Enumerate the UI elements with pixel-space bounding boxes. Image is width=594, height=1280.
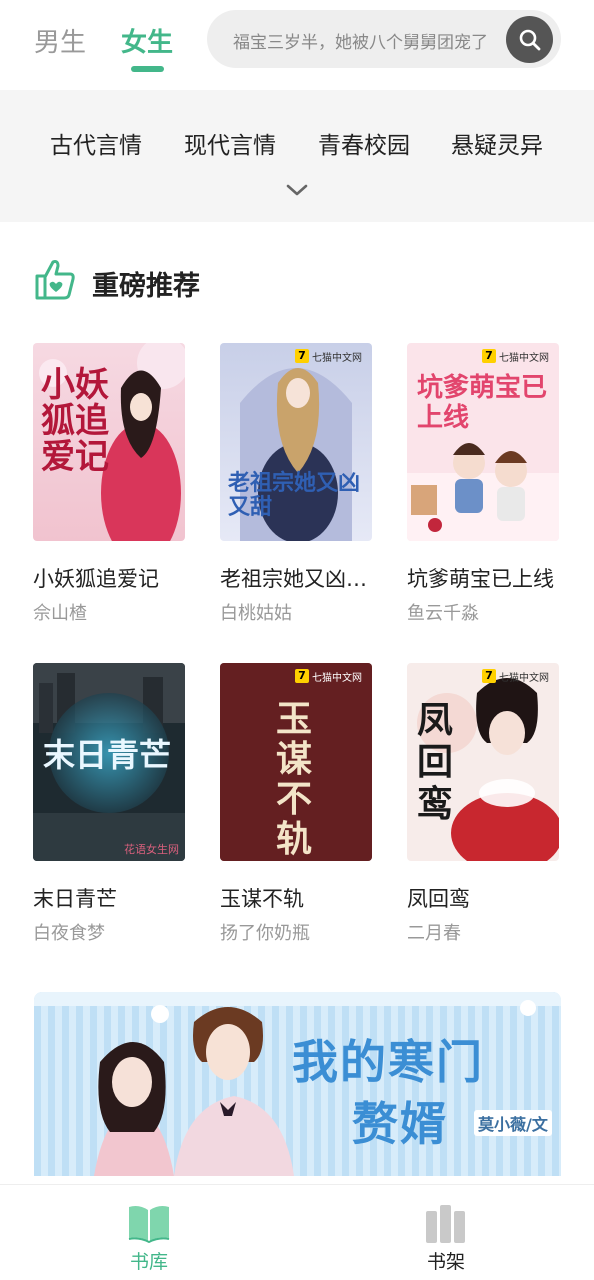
- book-author: 白夜食梦: [33, 923, 105, 944]
- cover-title: 末日青芒: [43, 736, 172, 774]
- book-cover[interactable]: 小妖狐追爱记: [33, 343, 185, 541]
- book-author: 鱼云千淼: [407, 603, 479, 624]
- book-cover[interactable]: 7 七猫中文网 凤回鸾: [407, 663, 559, 861]
- banner-title-line1: 我的寒门: [292, 1035, 484, 1089]
- section-title: 重磅推荐: [92, 271, 200, 302]
- thumbs-up-icon: [35, 260, 75, 300]
- publisher-badge: 7 七猫中文网: [293, 347, 366, 365]
- cover-title: 老祖宗她又凶又甜: [228, 470, 361, 520]
- bottom-navigation: 书库 书架: [0, 1184, 594, 1280]
- open-book-icon: [128, 1206, 170, 1243]
- banner-author: 莫小薇/文: [474, 1110, 552, 1136]
- book-title: 坑爹萌宝已上线: [407, 567, 554, 591]
- category-mystery[interactable]: 悬疑灵异: [451, 126, 543, 160]
- category-bar: 古代言情 现代言情 青春校园 悬疑灵异: [0, 90, 594, 222]
- cover-title: 坑爹萌宝已上线: [417, 373, 548, 433]
- active-tab-indicator: [131, 66, 164, 72]
- search-placeholder: 福宝三岁半，她被八个舅舅团宠了: [233, 33, 488, 53]
- book-card[interactable]: 小妖狐追爱记 小妖狐追爱记 佘山楂: [33, 343, 185, 624]
- book-author: 扬了你奶瓶: [220, 923, 310, 944]
- nav-bookshelf[interactable]: 书架: [386, 1185, 506, 1280]
- category-campus[interactable]: 青春校园: [318, 126, 410, 160]
- book-cover[interactable]: 7 七猫中文网 玉谋不轨: [220, 663, 372, 861]
- nav-label: 书架: [426, 1251, 465, 1273]
- cover-title: 玉谋不轨: [276, 698, 313, 860]
- tab-female[interactable]: 女生: [121, 22, 173, 59]
- search-input[interactable]: 福宝三岁半，她被八个舅舅团宠了: [207, 10, 561, 68]
- cover-title: 凤回鸾: [417, 699, 454, 825]
- book-author: 白桃姑姑: [220, 603, 292, 624]
- nav-bookstore[interactable]: 书库: [89, 1185, 209, 1280]
- cover-watermark: 花语女生网: [124, 843, 179, 856]
- book-card[interactable]: 7 七猫中文网 老祖宗她又凶又甜 老祖宗她又凶又甜 白桃姑姑: [220, 343, 372, 624]
- category-modern-romance[interactable]: 现代言情: [184, 126, 276, 160]
- tab-male[interactable]: 男生: [34, 22, 86, 59]
- top-header: 男生 女生 福宝三岁半，她被八个舅舅团宠了: [0, 0, 594, 90]
- book-author: 二月春: [407, 923, 461, 944]
- book-card[interactable]: 7 七猫中文网 凤回鸾 凤回鸾 二月春: [407, 663, 559, 944]
- cover-title: 小妖狐追爱记: [41, 365, 109, 477]
- section-header: 重磅推荐: [34, 258, 554, 302]
- book-card[interactable]: 末日青芒 花语女生网 末日青芒 白夜食梦: [33, 663, 185, 944]
- banner-title-line2: 赘婿: [352, 1097, 448, 1151]
- category-ancient-romance[interactable]: 古代言情: [50, 126, 142, 160]
- book-title: 末日青芒: [33, 887, 117, 911]
- nav-label: 书库: [129, 1251, 168, 1273]
- search-icon: [519, 29, 540, 50]
- publisher-badge: 7 七猫中文网: [293, 667, 366, 685]
- publisher-badge: 7 七猫中文网: [480, 667, 553, 685]
- search-button[interactable]: [506, 16, 553, 63]
- book-author: 佘山楂: [33, 603, 87, 624]
- promo-banner[interactable]: 我的寒门 赘婿 莫小薇/文: [34, 992, 561, 1176]
- book-title: 凤回鸾: [407, 887, 470, 911]
- book-card[interactable]: 7 七猫中文网 玉谋不轨 玉谋不轨 扬了你奶瓶: [220, 663, 372, 944]
- book-cover[interactable]: 7 七猫中文网 坑爹萌宝已上线: [407, 343, 559, 541]
- book-title: 小妖狐追爱记: [33, 567, 159, 591]
- book-title: 玉谋不轨: [220, 887, 304, 911]
- bookshelf-icon: [426, 1205, 465, 1243]
- book-title: 老祖宗她又凶又甜: [220, 567, 372, 591]
- book-card[interactable]: 7 七猫中文网 坑爹萌宝已上线 坑爹萌宝已上线 鱼云千淼: [407, 343, 559, 624]
- book-cover[interactable]: 7 七猫中文网 老祖宗她又凶又甜: [220, 343, 372, 541]
- chevron-down-icon[interactable]: [284, 180, 310, 200]
- book-cover[interactable]: 末日青芒 花语女生网: [33, 663, 185, 861]
- publisher-badge: 7 七猫中文网: [480, 347, 553, 365]
